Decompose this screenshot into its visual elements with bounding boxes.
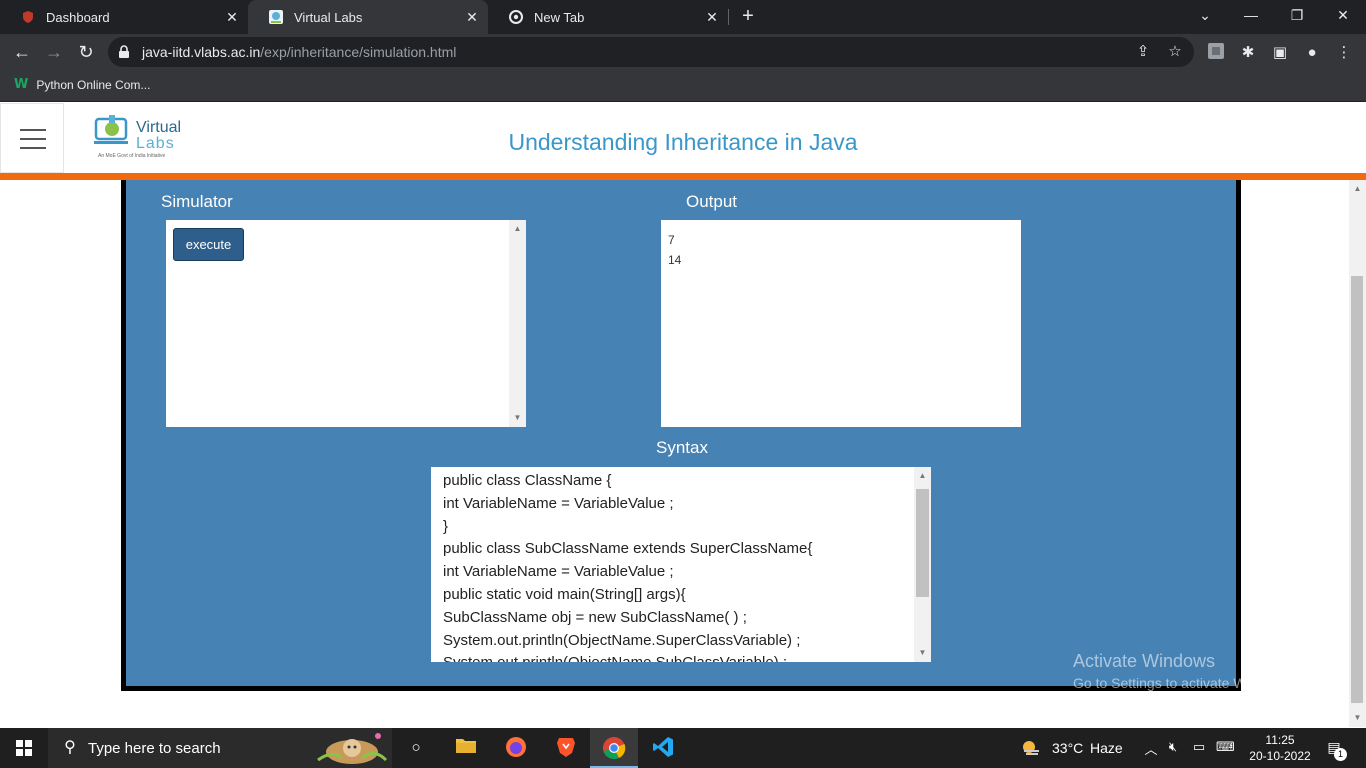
- scroll-up-icon[interactable]: ▲: [1349, 182, 1366, 196]
- scroll-down-icon[interactable]: ▼: [1349, 711, 1366, 725]
- minimize-icon[interactable]: —: [1228, 0, 1274, 32]
- syntax-line: public static void main(String[] args){: [443, 585, 686, 603]
- bookmark-label: Python Online Com...: [36, 77, 151, 92]
- scroll-down-icon[interactable]: ▼: [914, 646, 931, 660]
- browser-tab-strip: Dashboard ✕ Virtual Labs ✕ New Tab ✕ + ⌄…: [0, 0, 1366, 34]
- hidden-icons-chevron-icon[interactable]: ︿: [1142, 739, 1160, 758]
- tab-dashboard[interactable]: Dashboard ✕: [0, 0, 248, 34]
- brave-icon[interactable]: [554, 736, 578, 760]
- bookmarks-bar: W Python Online Com...: [0, 70, 1366, 102]
- syntax-scrollbar[interactable]: ▲ ▼: [914, 467, 931, 662]
- windows-start-icon[interactable]: [16, 740, 32, 756]
- tab-search-chevron-icon[interactable]: ⌄: [1182, 0, 1228, 32]
- tab-virtual-labs[interactable]: Virtual Labs ✕: [248, 0, 488, 34]
- file-explorer-icon[interactable]: [454, 736, 478, 760]
- page-scrollbar[interactable]: ▲ ▼: [1349, 180, 1366, 727]
- clock-date: 20-10-2022: [1249, 749, 1311, 763]
- shield-icon: [20, 9, 36, 25]
- simulator-scrollbar[interactable]: ▲ ▼: [509, 220, 526, 427]
- scroll-up-icon[interactable]: ▲: [914, 469, 931, 483]
- tab-separator: [728, 9, 729, 25]
- header-accent-bar: [0, 173, 1366, 180]
- execute-button[interactable]: execute: [173, 228, 244, 261]
- close-tab-icon[interactable]: ✕: [224, 9, 240, 25]
- side-panel-icon[interactable]: ▣: [1269, 42, 1291, 64]
- tab-title: Dashboard: [46, 9, 110, 25]
- scrollbar-thumb[interactable]: [1351, 276, 1363, 703]
- notification-count-badge: 1: [1334, 748, 1347, 761]
- page-title: Understanding Inheritance in Java: [508, 129, 858, 155]
- watermark-subtitle: Go to Settings to activate Windows.: [1073, 675, 1294, 691]
- firefox-icon[interactable]: [504, 736, 528, 760]
- syntax-code: public class ClassName { int VariableNam…: [443, 470, 913, 662]
- syntax-line: System.out.println(ObjectName.SubClassVa…: [443, 652, 913, 662]
- close-window-icon[interactable]: ✕: [1320, 0, 1366, 32]
- site-header: Virtual Labs An MoE Govt of India Initia…: [0, 103, 1366, 173]
- url-host: java-iitd.vlabs.ac.in: [142, 44, 261, 60]
- bookmark-star-icon[interactable]: ☆: [1166, 43, 1184, 61]
- activate-windows-watermark: Activate Windows Go to Settings to activ…: [1073, 651, 1294, 691]
- windows-taskbar: ⚲ Type here to search ○ 33°C Haze ︿ 🔇︎ ▭…: [0, 728, 1366, 768]
- weather-temperature[interactable]: 33°C: [1052, 740, 1083, 756]
- scroll-down-icon[interactable]: ▼: [509, 411, 526, 425]
- speaker-muted-icon[interactable]: 🔇︎: [1164, 739, 1182, 755]
- weather-icon[interactable]: [1021, 739, 1039, 760]
- keyboard-icon[interactable]: ⌨: [1216, 739, 1235, 755]
- new-tab-plus-icon[interactable]: +: [736, 5, 760, 29]
- extensions-icon[interactable]: ✱: [1237, 42, 1259, 64]
- syntax-line: public class SubClassName extends SuperC…: [443, 540, 813, 558]
- lock-icon: [118, 45, 130, 59]
- back-arrow-icon[interactable]: ←: [8, 38, 36, 66]
- output-line: 14: [668, 253, 682, 267]
- scrollbar-thumb[interactable]: [916, 489, 929, 597]
- web-page: Virtual Labs An MoE Govt of India Initia…: [0, 103, 1366, 727]
- taskbar-clock[interactable]: 11:25 20-10-2022: [1240, 732, 1320, 764]
- syntax-line: int VariableName = VariableValue ;: [443, 494, 674, 512]
- tab-title: New Tab: [534, 9, 585, 25]
- output-line: 7: [668, 233, 675, 247]
- forward-arrow-icon[interactable]: →: [40, 38, 68, 66]
- clock-time: 11:25: [1265, 733, 1295, 747]
- syntax-line: SubClassName obj = new SubClassName( ) ;: [443, 608, 747, 626]
- watermark-title: Activate Windows: [1073, 651, 1216, 671]
- search-highlight-illustration-icon[interactable]: [312, 730, 390, 766]
- chrome-menu-icon[interactable]: ⋮: [1333, 42, 1355, 64]
- share-icon[interactable]: ⇪: [1134, 43, 1152, 61]
- syntax-line: }: [443, 517, 449, 535]
- simulator-heading: Simulator: [161, 192, 233, 211]
- tab-new-tab[interactable]: New Tab ✕: [488, 0, 728, 34]
- task-view-icon[interactable]: ○: [404, 736, 428, 760]
- syntax-line: public class ClassName {: [443, 472, 612, 489]
- search-placeholder: Type here to search: [88, 739, 221, 757]
- restore-icon[interactable]: ❐: [1274, 0, 1320, 32]
- profile-icon[interactable]: ●: [1301, 42, 1323, 64]
- extension-puzzle-grey-icon[interactable]: [1205, 42, 1227, 64]
- chrome-taskbar-icon[interactable]: [602, 736, 626, 760]
- bookmark-python-online[interactable]: W Python Online Com...: [14, 77, 150, 92]
- vscode-icon[interactable]: [651, 736, 675, 760]
- close-tab-icon[interactable]: ✕: [464, 9, 480, 25]
- syntax-code-box[interactable]: public class ClassName { int VariableNam…: [431, 467, 931, 662]
- output-area: 7 14: [661, 220, 1021, 427]
- w-logo-icon: W: [14, 77, 29, 92]
- display-icon[interactable]: ▭: [1190, 739, 1208, 755]
- reload-icon[interactable]: ↻: [72, 38, 100, 66]
- scroll-up-icon[interactable]: ▲: [509, 222, 526, 236]
- syntax-line: System.out.println(ObjectName.SuperClass…: [443, 631, 801, 649]
- output-heading: Output: [686, 192, 738, 211]
- syntax-line: int VariableName = VariableValue ;: [443, 563, 674, 581]
- browser-toolbar: ← → ↻ java-iitd.vlabs.ac.in/exp/inherita…: [0, 34, 1366, 70]
- url-path: /exp/inheritance/simulation.html: [260, 44, 457, 60]
- virtual-labs-icon: [268, 9, 284, 25]
- close-tab-icon[interactable]: ✕: [704, 9, 720, 25]
- chrome-icon: [508, 9, 524, 25]
- tab-title: Virtual Labs: [294, 9, 363, 25]
- weather-description[interactable]: Haze: [1090, 740, 1123, 756]
- syntax-heading: Syntax: [656, 438, 708, 457]
- address-bar[interactable]: java-iitd.vlabs.ac.in/exp/inheritance/si…: [108, 37, 1194, 67]
- url-text: java-iitd.vlabs.ac.in/exp/inheritance/si…: [142, 44, 456, 60]
- search-icon: ⚲: [64, 739, 76, 756]
